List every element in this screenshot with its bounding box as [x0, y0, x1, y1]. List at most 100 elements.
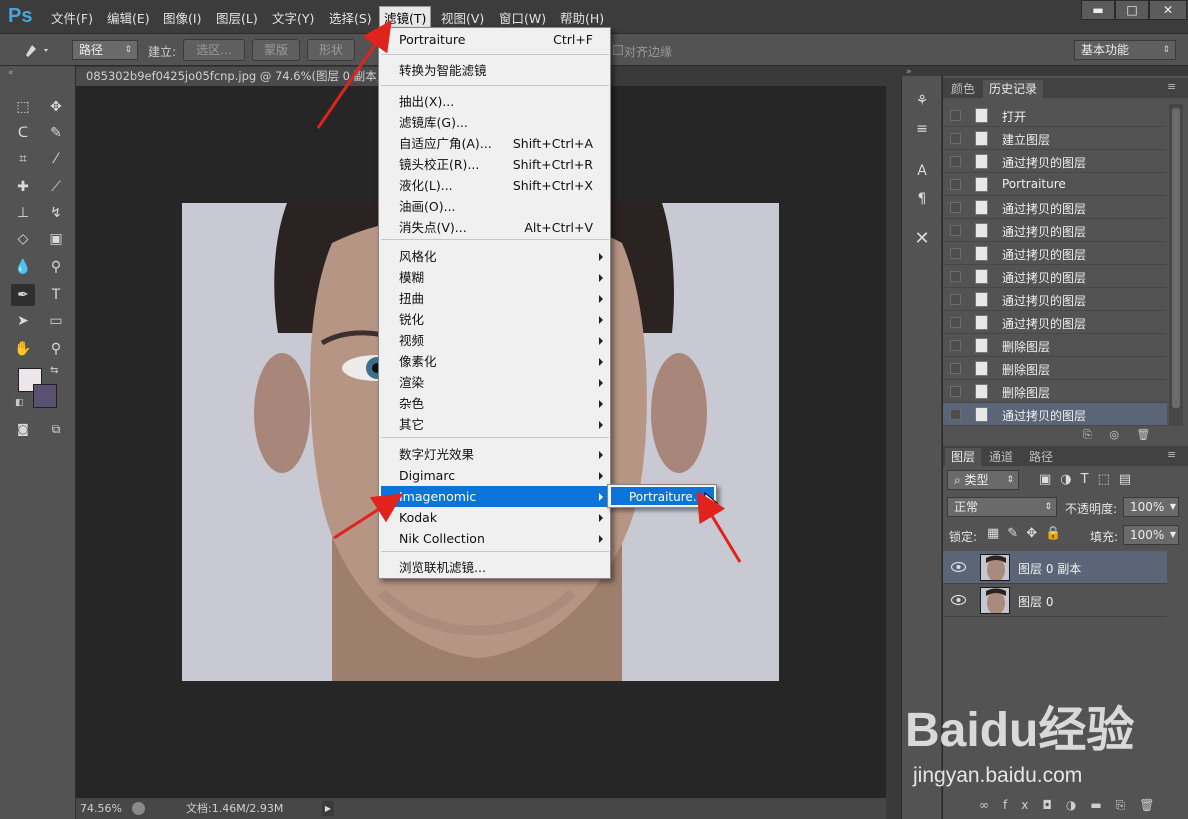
menu-file[interactable]: 文件(F) [51, 8, 93, 27]
filter-item-category-7[interactable]: 杂色 [381, 393, 609, 414]
history-brush-source-checkbox[interactable] [950, 133, 961, 144]
menu-layer[interactable]: 图层(L) [216, 8, 258, 27]
history-brush-source-checkbox[interactable] [950, 294, 961, 305]
brush-tool-icon[interactable]: ⟋ [44, 176, 68, 198]
history-item[interactable]: Portraiture [943, 173, 1167, 196]
fx-icon[interactable]: fx [1003, 798, 1042, 812]
blur-tool-icon[interactable]: 💧 [11, 256, 35, 278]
filter-item-category-3[interactable]: 锐化 [381, 309, 609, 330]
filter-item-plugin-2[interactable]: Imagenomic [381, 486, 609, 507]
tab-layers[interactable]: 图层 [945, 448, 982, 466]
filter-item-plugin-1[interactable]: Digimarc [381, 465, 609, 486]
minimize-button[interactable]: ▬ [1081, 0, 1115, 20]
screen-mode-icon[interactable]: ⧉ [44, 418, 68, 440]
layer-row[interactable]: 图层 0 副本 [943, 551, 1167, 584]
status-menu-arrow-icon[interactable]: ▶ [322, 801, 334, 816]
menu-image[interactable]: 图像(I) [163, 8, 201, 27]
history-item[interactable]: 通过拷贝的图层 [943, 403, 1167, 426]
filter-item-category-0[interactable]: 风格化 [381, 246, 609, 267]
scrollbar-thumb[interactable] [1172, 108, 1180, 408]
filter-item-main-1[interactable]: 滤镜库(G)... [381, 112, 609, 133]
filter-item-plugin-0[interactable]: 数字灯光效果 [381, 444, 609, 465]
tab-paths[interactable]: 路径 [1023, 448, 1059, 466]
tools-icon[interactable]: ✕ [910, 228, 934, 250]
crop-tool-icon[interactable]: ⌗ [11, 148, 35, 170]
menu-edit[interactable]: 编辑(E) [107, 8, 150, 27]
history-brush-source-checkbox[interactable] [950, 110, 961, 121]
swap-colors-icon[interactable]: ⇆ [50, 365, 58, 376]
healing-brush-tool-icon[interactable]: ✚ [11, 176, 35, 198]
filter-item-main-4[interactable]: 液化(L)... Shift+Ctrl+X [381, 175, 609, 196]
history-item[interactable]: 建立图层 [943, 127, 1167, 150]
opacity-input[interactable]: 100% ▼ [1123, 497, 1179, 517]
group-icon[interactable]: ▬ [1090, 798, 1115, 812]
pen-tool-preset-icon[interactable] [22, 41, 52, 62]
layer-filter-select[interactable]: ⌕ 类型 ⇕ [947, 470, 1019, 490]
lock-transparency-icon[interactable]: ▦ [987, 526, 1007, 541]
align-edges-checkbox[interactable] [613, 45, 623, 55]
history-item[interactable]: 通过拷贝的图层 [943, 196, 1167, 219]
add-mask-icon[interactable]: ◘ [1042, 798, 1066, 812]
shape-layer-filter-icon[interactable]: ⬚ [1098, 472, 1119, 487]
history-item[interactable]: 通过拷贝的图层 [943, 288, 1167, 311]
make-mask-button[interactable]: 蒙版 [252, 39, 300, 61]
marquee-tool-icon[interactable]: ⬚ [11, 96, 35, 118]
filter-convert-smart[interactable]: 转换为智能滤镜 [381, 60, 609, 81]
history-item[interactable]: 通过拷贝的图层 [943, 242, 1167, 265]
gradient-tool-icon[interactable]: ▣ [44, 228, 68, 250]
menu-window[interactable]: 窗口(W) [499, 8, 546, 27]
visibility-eye-icon[interactable] [950, 561, 967, 573]
delete-layer-icon[interactable]: 🗑 [1139, 798, 1168, 812]
maximize-button[interactable]: □ [1115, 0, 1149, 20]
lasso-tool-icon[interactable]: ᑕ [11, 122, 35, 144]
history-item[interactable]: 通过拷贝的图层 [943, 311, 1167, 334]
history-scrollbar[interactable] [1169, 104, 1183, 426]
tab-color[interactable]: 颜色 [945, 80, 981, 98]
path-mode-select[interactable]: 路径 ⇕ [72, 40, 138, 60]
dodge-tool-icon[interactable]: ⚲ [44, 256, 68, 278]
history-brush-source-checkbox[interactable] [950, 156, 961, 167]
filter-browse-online[interactable]: 浏览联机滤镜... [381, 557, 609, 578]
character-icon[interactable]: A [910, 160, 934, 182]
close-window-button[interactable]: ✕ [1149, 0, 1187, 20]
pixel-layer-filter-icon[interactable]: ▣ [1039, 472, 1060, 487]
filter-item-category-1[interactable]: 模糊 [381, 267, 609, 288]
history-brush-source-checkbox[interactable] [950, 340, 961, 351]
adjustment-layer-icon[interactable]: ◑ [1066, 798, 1090, 812]
quick-mask-icon[interactable]: ◙ [11, 418, 35, 440]
history-item[interactable]: 打开 [943, 104, 1167, 127]
info-icon[interactable] [132, 802, 145, 815]
lock-all-icon[interactable]: 🔒 [1045, 526, 1069, 541]
type-layer-filter-icon[interactable]: T [1081, 472, 1098, 487]
filter-item-category-4[interactable]: 视频 [381, 330, 609, 351]
history-brush-source-checkbox[interactable] [950, 363, 961, 374]
history-brush-source-checkbox[interactable] [950, 409, 961, 420]
move-tool-icon[interactable]: ✥ [44, 96, 68, 118]
clone-stamp-tool-icon[interactable]: ⊥ [11, 202, 35, 224]
delete-icon[interactable]: 🗑 [1136, 428, 1150, 441]
history-item[interactable]: 通过拷贝的图层 [943, 150, 1167, 173]
new-document-from-state-icon[interactable]: ⎘ [1083, 428, 1092, 441]
collapse-icon[interactable]: » [906, 67, 912, 77]
path-selection-tool-icon[interactable]: ➤ [11, 310, 35, 332]
filter-item-category-8[interactable]: 其它 [381, 414, 609, 435]
eyedropper-tool-icon[interactable]: ⁄ [44, 148, 68, 170]
layer-row[interactable]: 图层 0 [943, 584, 1167, 617]
history-item[interactable]: 删除图层 [943, 357, 1167, 380]
filter-item-category-6[interactable]: 渲染 [381, 372, 609, 393]
background-color-swatch[interactable] [33, 384, 57, 408]
menu-view[interactable]: 视图(V) [441, 8, 484, 27]
default-colors-icon[interactable]: ◧ [15, 398, 24, 408]
make-shape-button[interactable]: 形状 [307, 39, 355, 61]
tab-channels[interactable]: 通道 [983, 448, 1019, 466]
new-layer-icon[interactable]: ⎘ [1116, 798, 1140, 812]
collapse-icon[interactable]: « [8, 68, 14, 78]
menu-help[interactable]: 帮助(H) [560, 8, 604, 27]
history-item[interactable]: 通过拷贝的图层 [943, 219, 1167, 242]
quick-selection-tool-icon[interactable]: ✎ [44, 122, 68, 144]
adjustment-layer-filter-icon[interactable]: ◑ [1060, 472, 1080, 487]
blend-mode-select[interactable]: 正常 ⇕ [947, 497, 1057, 517]
history-brush-source-checkbox[interactable] [950, 386, 961, 397]
history-brush-source-checkbox[interactable] [950, 317, 961, 328]
filter-item-main-5[interactable]: 油画(O)... [381, 196, 609, 217]
